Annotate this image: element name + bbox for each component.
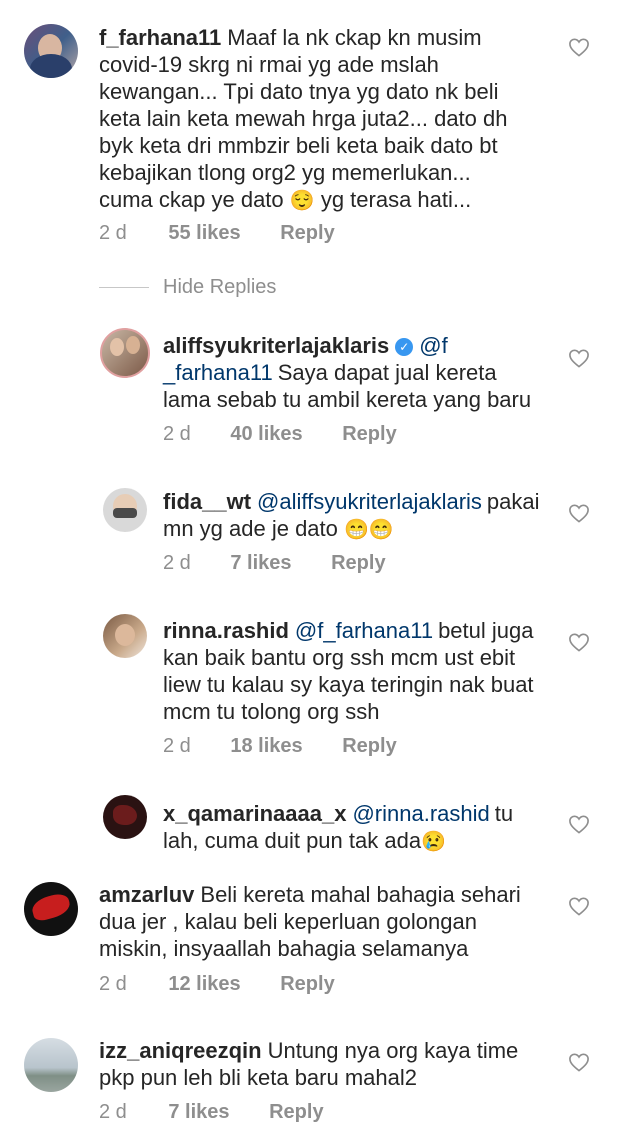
comment-body: rinna.rashid @f_farhana11 betul juga kan b… bbox=[163, 617, 553, 725]
comment-meta: 2 d 18 likes Reply bbox=[163, 735, 397, 758]
username[interactable]: x_qamarinaaaa_x bbox=[163, 801, 346, 826]
comment-meta: 2 d 40 likes Reply bbox=[163, 423, 397, 446]
emoji: 😌 bbox=[289, 190, 315, 212]
comment-meta: 2 d 7 likes Reply bbox=[163, 552, 386, 575]
comment-text-after: yg terasa hati... bbox=[320, 187, 472, 212]
comment-text: Maaf la nk ckap kn musim covid-19 skrg n… bbox=[99, 25, 508, 212]
heart-outline-icon[interactable] bbox=[568, 348, 590, 368]
heart-outline-icon[interactable] bbox=[568, 503, 590, 523]
reply-button[interactable]: Reply bbox=[280, 222, 334, 245]
hide-replies-label[interactable]: Hide Replies bbox=[163, 276, 276, 299]
mention[interactable]: @rinna.rashid bbox=[352, 801, 489, 826]
comment-body: aliffsyukriterlajaklaris ✓ @f _farhana11 Sa… bbox=[163, 332, 543, 413]
likes-count[interactable]: 7 likes bbox=[168, 1101, 229, 1124]
verified-badge-icon: ✓ bbox=[395, 338, 414, 356]
avatar[interactable] bbox=[103, 614, 147, 658]
timestamp: 2 d bbox=[99, 1101, 127, 1123]
heart-outline-icon[interactable] bbox=[568, 896, 590, 916]
mention[interactable]: @aliffsyukriterlajaklaris bbox=[257, 489, 482, 514]
username[interactable]: amzarluv bbox=[99, 882, 194, 907]
avatar[interactable] bbox=[100, 328, 150, 378]
avatar[interactable] bbox=[24, 882, 78, 936]
username[interactable]: f_farhana11 bbox=[99, 25, 221, 50]
comment-body: f_farhana11 Maaf la nk ckap kn musim covi… bbox=[99, 24, 519, 215]
emoji: 😁😁 bbox=[344, 519, 394, 541]
reply-button[interactable]: Reply bbox=[280, 973, 334, 996]
username[interactable]: fida__wt bbox=[163, 489, 251, 514]
username[interactable]: aliffsyukriterlajaklaris bbox=[163, 333, 389, 358]
divider bbox=[99, 287, 149, 288]
likes-count[interactable]: 18 likes bbox=[230, 735, 302, 758]
comment-body: amzarluv Beli kereta mahal bahagia sehari… bbox=[99, 881, 539, 962]
likes-count[interactable]: 7 likes bbox=[230, 552, 291, 575]
username[interactable]: izz_aniqreezqin bbox=[99, 1038, 262, 1063]
comment-body: x_qamarinaaaa_x @rinna.rashid tu lah, cuma… bbox=[163, 800, 553, 856]
likes-count[interactable]: 55 likes bbox=[168, 222, 240, 245]
username[interactable]: rinna.rashid bbox=[163, 618, 289, 643]
reply-button[interactable]: Reply bbox=[342, 423, 396, 446]
reply-button[interactable]: Reply bbox=[342, 735, 396, 758]
avatar[interactable] bbox=[103, 795, 147, 839]
timestamp: 2 d bbox=[163, 423, 191, 445]
timestamp: 2 d bbox=[163, 552, 191, 574]
reply-button[interactable]: Reply bbox=[331, 552, 385, 575]
heart-outline-icon[interactable] bbox=[568, 632, 590, 652]
likes-count[interactable]: 12 likes bbox=[168, 973, 240, 996]
comment-meta: 2 d 7 likes Reply bbox=[99, 1101, 324, 1124]
heart-outline-icon[interactable] bbox=[568, 37, 590, 57]
comment-body: fida__wt @aliffsyukriterlajaklaris pakai m… bbox=[163, 488, 553, 544]
avatar[interactable] bbox=[24, 1038, 78, 1092]
timestamp: 2 d bbox=[163, 735, 191, 757]
comment-body: izz_aniqreezqin Untung nya org kaya time … bbox=[99, 1037, 539, 1091]
avatar[interactable] bbox=[103, 488, 147, 532]
timestamp: 2 d bbox=[99, 222, 127, 244]
likes-count[interactable]: 40 likes bbox=[230, 423, 302, 446]
avatar[interactable] bbox=[24, 24, 78, 78]
hide-replies-toggle[interactable]: Hide Replies bbox=[99, 276, 276, 299]
mention[interactable]: @f_farhana11 bbox=[295, 618, 433, 643]
comment-meta: 2 d 12 likes Reply bbox=[99, 973, 335, 996]
reply-button[interactable]: Reply bbox=[269, 1101, 323, 1124]
comment-meta: 2 d 55 likes Reply bbox=[99, 222, 335, 245]
heart-outline-icon[interactable] bbox=[568, 1052, 590, 1072]
emoji: 😢 bbox=[421, 831, 446, 853]
heart-outline-icon[interactable] bbox=[568, 814, 590, 834]
timestamp: 2 d bbox=[99, 973, 127, 995]
